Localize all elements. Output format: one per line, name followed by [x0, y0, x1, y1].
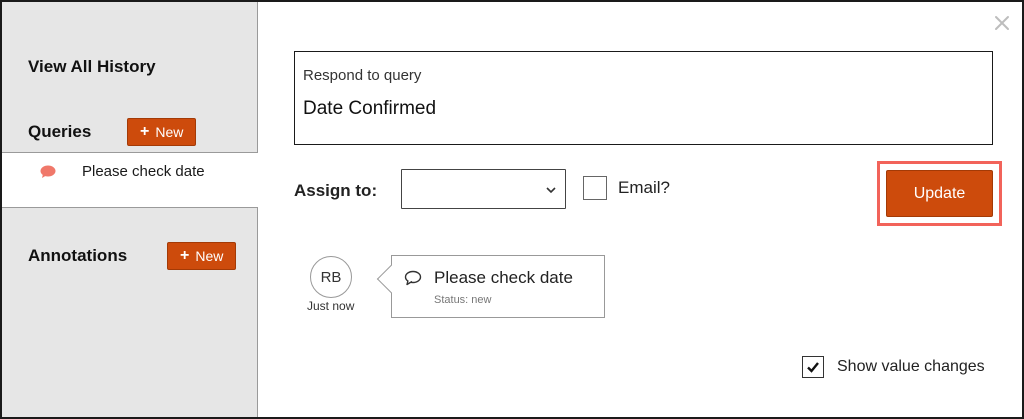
update-button[interactable]: Update	[886, 170, 993, 217]
checkmark-icon	[807, 362, 819, 373]
query-item-label: Please check date	[82, 163, 205, 180]
plus-icon: +	[180, 247, 190, 264]
chevron-down-icon	[545, 183, 557, 201]
new-annotation-label: New	[195, 248, 224, 264]
sidebar: View All History Queries + New Please ch…	[2, 2, 258, 417]
new-query-label: New	[155, 124, 184, 140]
queries-title: Queries	[28, 122, 92, 141]
speech-bubble-icon	[40, 165, 56, 184]
email-label: Email?	[618, 178, 670, 197]
assign-to-select[interactable]	[401, 169, 566, 209]
history-title: Please check date	[434, 268, 573, 287]
history-status: Status: new	[434, 294, 492, 306]
history-timestamp: Just now	[307, 299, 355, 313]
avatar: RB	[310, 256, 352, 298]
new-annotation-button[interactable]: + New	[167, 242, 237, 270]
email-checkbox[interactable]	[583, 176, 607, 200]
card-pointer	[376, 264, 406, 294]
close-icon[interactable]	[992, 14, 1012, 34]
queries-header: Queries	[28, 122, 91, 142]
show-value-changes-label: Show value changes	[837, 358, 985, 375]
query-dialog: View All History Queries + New Please ch…	[0, 0, 1024, 419]
history-entry[interactable]: Please check date Status: new	[376, 255, 605, 318]
query-list-item[interactable]: Please check date	[2, 152, 258, 208]
speech-bubble-outline-icon	[404, 270, 422, 291]
assign-to-label: Assign to:	[294, 181, 378, 200]
respond-input[interactable]	[303, 98, 963, 120]
annotations-title: Annotations	[28, 246, 128, 265]
new-query-button[interactable]: + New	[127, 118, 197, 146]
view-all-history-link[interactable]: View All History	[28, 57, 156, 77]
annotations-header: Annotations	[28, 246, 127, 266]
show-value-changes-checkbox[interactable]	[802, 356, 824, 378]
respond-to-query-field[interactable]: Respond to query	[294, 51, 993, 145]
respond-label: Respond to query	[303, 67, 422, 84]
plus-icon: +	[140, 123, 150, 140]
avatar-initials: RB	[320, 268, 342, 286]
